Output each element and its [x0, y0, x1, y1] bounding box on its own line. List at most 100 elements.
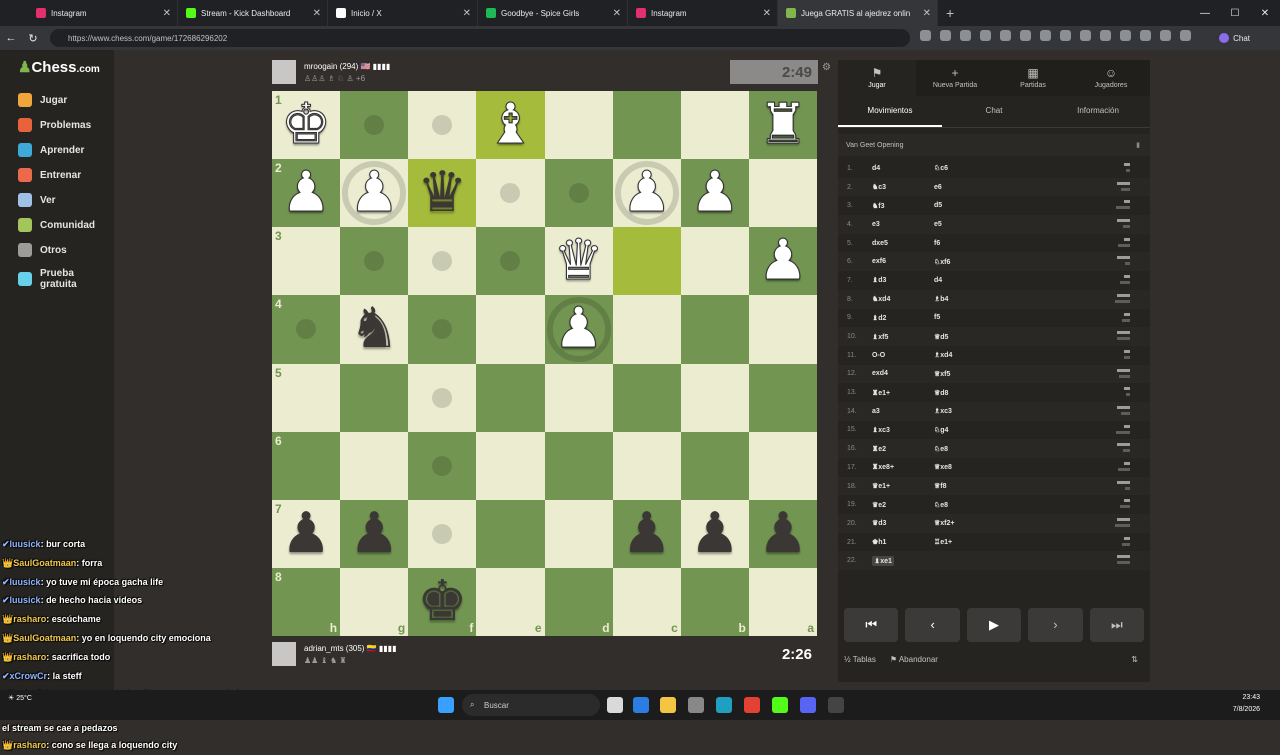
- close-window-icon[interactable]: ✕: [1250, 8, 1280, 19]
- reload-icon[interactable]: ↻: [22, 32, 44, 45]
- bottom-player-name[interactable]: adrian_mts (305) 🇨🇴 ▮▮▮▮: [304, 644, 397, 653]
- capture-ring[interactable]: [546, 297, 611, 362]
- play-icon[interactable]: ▶: [966, 608, 1022, 642]
- board-square[interactable]: [476, 227, 545, 296]
- white-move[interactable]: ♚h1: [872, 538, 934, 546]
- settings-icon[interactable]: [688, 697, 704, 713]
- black-move[interactable]: ♕d8: [934, 389, 1034, 397]
- board-square[interactable]: 4: [272, 295, 341, 364]
- board-square[interactable]: g: [340, 567, 409, 636]
- board-square[interactable]: [408, 363, 477, 432]
- board-square[interactable]: 6: [272, 431, 341, 500]
- browser-tab[interactable]: Instagram ✕: [28, 0, 178, 26]
- browser-tab[interactable]: Stream - Kick Dashboard ✕: [178, 0, 328, 26]
- top-player-name[interactable]: mroogain (294) 🇺🇸 ▮▮▮▮: [304, 62, 390, 71]
- white-move[interactable]: a3: [872, 408, 934, 415]
- book-icon[interactable]: ▮: [1136, 141, 1140, 149]
- board-square[interactable]: ♟ 2: [272, 159, 341, 228]
- capture-ring[interactable]: [614, 161, 679, 226]
- white-move[interactable]: ♝xc3: [872, 426, 934, 434]
- legal-move-dot[interactable]: [364, 251, 385, 272]
- chat-username[interactable]: rasharo: [13, 740, 46, 750]
- chat-username[interactable]: SaulGoatmaan: [13, 633, 76, 643]
- draw-button[interactable]: ½ Tablas: [844, 655, 876, 664]
- extension-icon[interactable]: [1000, 30, 1011, 41]
- board-square[interactable]: [340, 227, 409, 296]
- url-field[interactable]: https://www.chess.com/game/172686296202: [50, 29, 910, 47]
- legal-move-dot[interactable]: [364, 115, 385, 136]
- board-square[interactable]: ♛: [408, 159, 477, 228]
- weather-widget[interactable]: ☀ 25°C: [8, 694, 32, 702]
- browser-tab[interactable]: Juega GRATIS al ajedrez onlin ✕: [778, 0, 938, 26]
- chat-username[interactable]: luusick: [10, 577, 41, 587]
- board-square[interactable]: [544, 363, 613, 432]
- white-move[interactable]: ♛e2: [872, 501, 934, 509]
- flip-board-icon[interactable]: ⇅: [1131, 655, 1138, 664]
- board-square[interactable]: [408, 295, 477, 364]
- legal-move-dot[interactable]: [432, 251, 453, 272]
- board-square[interactable]: 5: [272, 363, 341, 432]
- system-tray[interactable]: 23:43 7/8/2026: [1233, 692, 1260, 716]
- extension-icon[interactable]: [1180, 30, 1191, 41]
- sidebar-item-ver[interactable]: Ver: [18, 193, 56, 207]
- legal-move-dot[interactable]: [432, 523, 453, 544]
- subtab-0[interactable]: Movimientos: [838, 96, 942, 127]
- close-tab-icon[interactable]: ✕: [163, 8, 171, 19]
- black-move[interactable]: ♘e8: [934, 445, 1034, 453]
- copilot-chat-button[interactable]: Chat: [1219, 30, 1250, 46]
- white-rook-icon[interactable]: ♜: [757, 96, 808, 153]
- legal-move-dot[interactable]: [432, 387, 453, 408]
- board-square[interactable]: [544, 91, 613, 160]
- black-pawn-icon[interactable]: ♟: [758, 505, 808, 562]
- extension-icon[interactable]: [1040, 30, 1051, 41]
- white-move[interactable]: ♝d3: [872, 276, 934, 284]
- sidebar-item-prueba-gratuita[interactable]: Prueba gratuita: [18, 268, 100, 290]
- board-square[interactable]: ♝: [476, 91, 545, 160]
- board-square[interactable]: ♚ 1: [272, 91, 341, 160]
- board-square[interactable]: ♜: [748, 91, 817, 160]
- board-square[interactable]: a: [748, 567, 817, 636]
- board-square[interactable]: ♟: [612, 159, 681, 228]
- white-pawn-icon[interactable]: ♟: [689, 164, 740, 221]
- chessboard[interactable]: ♚ 1 ♝ ♜ ♟ 2 ♟ ♛ ♟ ♟ 3 ♛ ♟ 4 ♞ ♟ 5 6 ♟ 7 ♟ ♟ ♟ ♟ 8 h g ♚ f e d c b a: [272, 91, 817, 636]
- board-square[interactable]: [680, 227, 749, 296]
- board-square[interactable]: c: [612, 567, 681, 636]
- black-move[interactable]: ♕f8: [934, 482, 1034, 490]
- white-move[interactable]: O-O: [872, 352, 934, 359]
- legal-move-dot[interactable]: [500, 251, 521, 272]
- black-pawn-icon[interactable]: ♟: [690, 505, 740, 562]
- subtab-1[interactable]: Chat: [942, 96, 1046, 127]
- new-tab-button[interactable]: +: [938, 5, 962, 21]
- board-square[interactable]: [680, 91, 749, 160]
- legal-move-dot[interactable]: [432, 319, 453, 340]
- board-square[interactable]: [680, 431, 749, 500]
- chat-username[interactable]: rasharo: [13, 652, 46, 662]
- extension-icon[interactable]: [940, 30, 951, 41]
- board-square[interactable]: ♛: [544, 227, 613, 296]
- board-square[interactable]: e: [476, 567, 545, 636]
- minimize-icon[interactable]: —: [1190, 8, 1220, 19]
- language-icon[interactable]: [828, 697, 844, 713]
- white-king-icon[interactable]: ♚: [280, 96, 331, 153]
- extension-icon[interactable]: [980, 30, 991, 41]
- extension-icon[interactable]: [920, 30, 931, 41]
- chat-username[interactable]: xCrowCr: [10, 671, 48, 681]
- panel-tab-0[interactable]: ⚑ Jugar: [838, 60, 916, 96]
- white-move[interactable]: ♞c3: [872, 183, 934, 191]
- black-move[interactable]: e5: [934, 221, 1034, 228]
- white-move[interactable]: exf6: [872, 258, 934, 265]
- board-square[interactable]: [612, 363, 681, 432]
- board-square[interactable]: [408, 431, 477, 500]
- board-square[interactable]: b: [680, 567, 749, 636]
- white-bishop-icon[interactable]: ♝: [485, 96, 536, 153]
- sidebar-item-otros[interactable]: Otros: [18, 243, 67, 257]
- black-move[interactable]: ♘g4: [934, 426, 1034, 434]
- black-move[interactable]: ♕d5: [934, 333, 1034, 341]
- board-square[interactable]: [476, 295, 545, 364]
- store-icon[interactable]: [633, 697, 649, 713]
- board-square[interactable]: ♞: [340, 295, 409, 364]
- taskview-icon[interactable]: [607, 697, 623, 713]
- extension-icon[interactable]: [1060, 30, 1071, 41]
- board-square[interactable]: [340, 363, 409, 432]
- board-square[interactable]: [748, 159, 817, 228]
